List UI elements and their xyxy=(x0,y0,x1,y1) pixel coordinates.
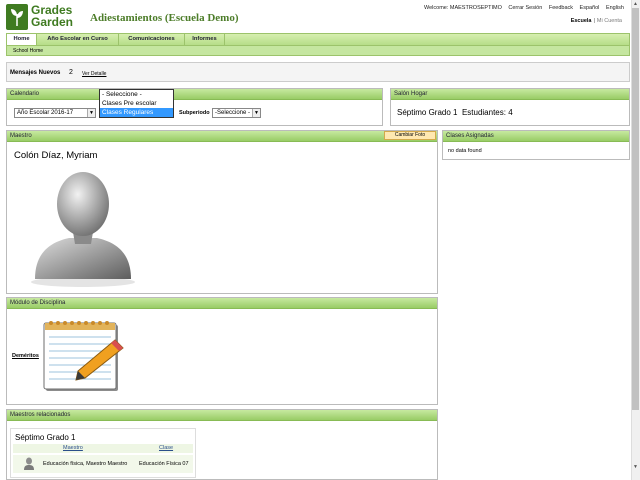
school-title: Adiestamientos (Escuela Demo) xyxy=(90,12,239,24)
logo-text: Grades Garden xyxy=(31,3,74,29)
scroll-down-arrow-icon[interactable]: ▼ xyxy=(632,464,639,470)
change-photo-button[interactable]: Cambiar Foto xyxy=(384,131,436,140)
students-count: 4 xyxy=(508,108,513,117)
scrollbar-thumb[interactable] xyxy=(632,8,639,410)
avatar-placeholder-icon xyxy=(31,172,135,287)
teacher-header: Maestro xyxy=(7,131,437,142)
grades-garden-logo[interactable]: Grades Garden xyxy=(6,4,84,32)
subperiod-label: Subperiodo xyxy=(179,110,210,116)
calendar-header: Calendario xyxy=(7,89,382,100)
scope-separator: | xyxy=(593,18,595,24)
messages-label: Mensajes Nuevos xyxy=(10,70,61,76)
tab-home[interactable]: Home xyxy=(7,34,37,45)
related-teachers-panel: Maestros relacionados Séptimo Grado 1 Ma… xyxy=(6,409,438,480)
dropdown-option-preschool[interactable]: Clases Pre escolar xyxy=(100,99,173,108)
dropdown-option-select[interactable]: - Seleccione - xyxy=(100,90,173,99)
main-nav: Home Año Escolar en Curso Comunicaciones… xyxy=(6,33,630,46)
class-type-dropdown[interactable]: - Seleccione - Clases Pre escolar Clases… xyxy=(99,89,174,118)
homeroom-header: Salón Hogar xyxy=(391,89,629,100)
related-group: Séptimo Grado 1 Maestro Clase Educación … xyxy=(10,428,196,478)
leaf-logo-icon xyxy=(6,4,28,30)
notepad-pencil-icon[interactable] xyxy=(43,320,125,394)
calendar-panel: Calendario Año Escolar 2016-17 ▼ Subperi… xyxy=(6,88,383,126)
chevron-down-icon: ▼ xyxy=(252,109,260,117)
assigned-classes-header: Clases Asignadas xyxy=(443,131,629,142)
scroll-up-arrow-icon[interactable]: ▲ xyxy=(632,1,639,7)
teacher-panel: Maestro Colón Díaz, Myriam xyxy=(6,130,438,294)
homeroom-grade: Séptimo Grado 1 xyxy=(397,108,458,117)
related-teachers-header: Maestros relacionados xyxy=(7,410,437,421)
top-links: Welcome: MAESTROSEPTIMO Cerrar Sesión Fe… xyxy=(419,5,624,11)
welcome-text: Welcome: MAESTROSEPTIMO xyxy=(424,5,502,11)
dropdown-option-regular[interactable]: Clases Regulares xyxy=(100,108,173,117)
spanish-link[interactable]: Español xyxy=(580,5,600,11)
feedback-link[interactable]: Feedback xyxy=(549,5,573,11)
scope-account-link[interactable]: Mi Cuenta xyxy=(597,18,622,24)
messages-count: 2 xyxy=(69,69,73,76)
related-teacher-name: Educación física, Maestro Maestro xyxy=(43,461,128,467)
messages-bar: Mensajes Nuevos 2 Ver Detalle xyxy=(6,62,630,82)
homeroom-panel: Salón Hogar Séptimo Grado 1 Estudiantes:… xyxy=(390,88,630,126)
table-row: Educación física, Maestro Maestro Educac… xyxy=(13,455,193,473)
assigned-classes-panel: Clases Asignadas no data found xyxy=(442,130,630,160)
assigned-classes-empty: no data found xyxy=(448,148,482,154)
view-detail-link[interactable]: Ver Detalle xyxy=(82,71,106,77)
tab-current-year[interactable]: Año Escolar en Curso xyxy=(37,34,119,45)
teacher-avatar-icon xyxy=(24,457,34,470)
subperiod-select[interactable]: -Seleccione - ▼ xyxy=(212,108,261,118)
related-class-name: Educación Física 07 xyxy=(139,461,189,467)
teacher-name: Colón Díaz, Myriam xyxy=(14,150,98,161)
subnav-school-home[interactable]: School Home xyxy=(6,46,630,56)
logout-link[interactable]: Cerrar Sesión xyxy=(508,5,542,11)
related-table-header: Maestro Clase xyxy=(13,444,193,453)
scope-switch: Escuela | Mi Cuenta xyxy=(571,18,622,24)
discipline-header: Módulo de Disciplina xyxy=(7,298,437,309)
students-label: Estudiantes: xyxy=(461,108,506,117)
school-year-select[interactable]: Año Escolar 2016-17 ▼ xyxy=(14,108,96,118)
english-link[interactable]: English xyxy=(606,5,624,11)
demerits-link[interactable]: Deméritos xyxy=(12,353,39,359)
related-group-title: Séptimo Grado 1 xyxy=(15,433,76,442)
column-teacher[interactable]: Maestro xyxy=(63,445,83,451)
column-class[interactable]: Clase xyxy=(159,445,173,451)
tab-reports[interactable]: Informes xyxy=(185,34,225,45)
homeroom-info: Séptimo Grado 1 Estudiantes: 4 xyxy=(397,108,513,117)
tab-communications[interactable]: Comunicaciones xyxy=(119,34,185,45)
discipline-panel: Módulo de Disciplina Deméritos xyxy=(6,297,438,405)
scope-school-link[interactable]: Escuela xyxy=(571,18,592,24)
chevron-down-icon: ▼ xyxy=(87,109,95,117)
